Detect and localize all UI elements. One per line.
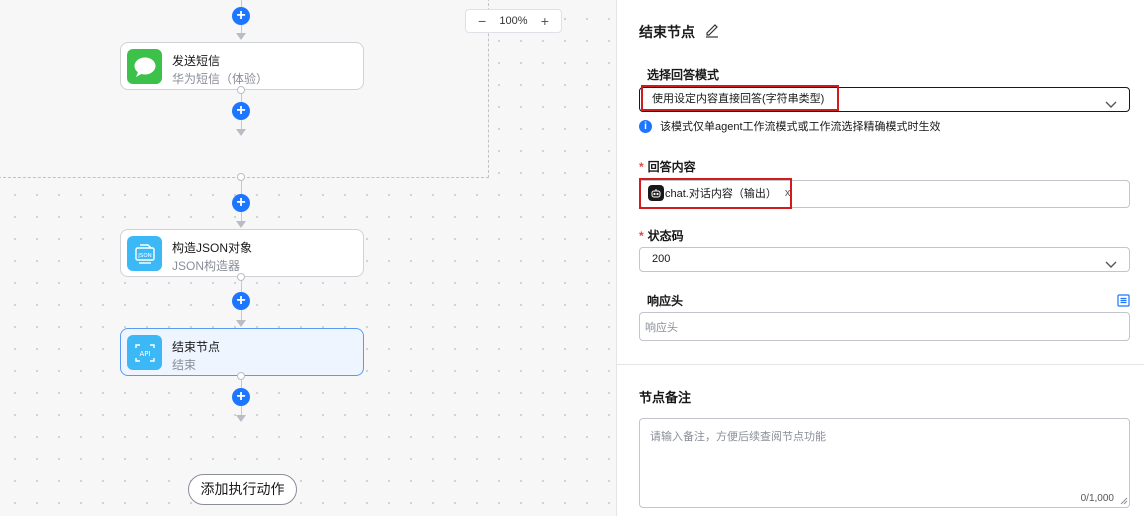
notes-counter: 0/1,000 <box>1080 493 1114 504</box>
node-end[interactable]: API 结束节点 结束 <box>120 328 364 376</box>
node-title: 结束节点 <box>172 340 221 354</box>
highlight-box <box>641 85 839 111</box>
node-title: 构造JSON对象 <box>172 241 253 255</box>
node-subtitle: 华为短信（体验） <box>172 72 269 86</box>
arrow-down-icon <box>236 320 246 327</box>
header-label: 响应头 <box>647 294 684 308</box>
node-title: 发送短信 <box>172 54 221 68</box>
output-port[interactable] <box>237 86 245 94</box>
add-step-plus-icon[interactable]: + <box>232 7 250 25</box>
message-bubble-icon <box>127 49 162 84</box>
status-select-value: 200 <box>652 253 671 265</box>
chevron-down-icon <box>1105 95 1117 118</box>
arrow-down-icon <box>236 221 246 228</box>
node-build-json[interactable]: JSON 构造JSON对象 JSON构造器 <box>120 229 364 277</box>
api-icon: API <box>127 335 162 370</box>
add-step-plus-icon[interactable]: + <box>232 102 250 120</box>
json-icon: JSON <box>127 236 162 271</box>
panel-title: 结束节点 <box>639 24 695 40</box>
notes-title: 节点备注 <box>639 390 692 405</box>
zoom-control: − 100% + <box>465 9 562 33</box>
zoom-in-button[interactable]: + <box>541 13 549 29</box>
node-subtitle: 结束 <box>172 358 197 372</box>
svg-text:JSON: JSON <box>137 253 152 259</box>
mode-info: i 该模式仅单agent工作流模式或工作流选择精确模式时生效 <box>639 118 941 134</box>
zoom-out-button[interactable]: − <box>478 13 486 29</box>
highlight-box <box>639 178 792 209</box>
output-port[interactable] <box>237 273 245 281</box>
arrow-down-icon <box>236 415 246 422</box>
status-label: * 状态码 <box>639 229 684 243</box>
node-send-sms[interactable]: 发送短信 华为短信（体验） <box>120 42 364 90</box>
add-action-button[interactable]: 添加执行动作 <box>188 474 297 505</box>
merge-port[interactable] <box>237 173 245 181</box>
list-icon[interactable] <box>1117 294 1130 310</box>
resize-grip-icon[interactable] <box>1120 494 1128 508</box>
notes-textarea[interactable]: 请输入备注，方便后续查阅节点功能 <box>639 418 1130 508</box>
add-step-plus-icon[interactable]: + <box>232 292 250 310</box>
node-subtitle: JSON构造器 <box>172 259 241 273</box>
add-step-plus-icon[interactable]: + <box>232 194 250 212</box>
output-port[interactable] <box>237 372 245 380</box>
status-select[interactable]: 200 <box>639 247 1130 272</box>
mode-label: 选择回答模式 <box>647 68 720 82</box>
section-divider <box>617 364 1144 365</box>
add-step-plus-icon[interactable]: + <box>232 388 250 406</box>
arrow-down-icon <box>236 129 246 136</box>
edit-pencil-icon[interactable] <box>704 22 720 41</box>
svg-text:API: API <box>139 350 150 358</box>
workflow-canvas[interactable]: + 发送短信 华为短信（体验） + + JSON 构造JSON对象 JSON构造… <box>0 0 616 516</box>
chevron-down-icon <box>1105 255 1117 278</box>
arrow-down-icon <box>236 33 246 40</box>
zoom-level: 100% <box>499 15 528 27</box>
info-icon: i <box>639 119 652 133</box>
answer-label: * 回答内容 <box>639 160 696 174</box>
mode-info-text: 该模式仅单agent工作流模式或工作流选择精确模式时生效 <box>660 121 941 133</box>
header-input[interactable]: 响应头 <box>639 312 1130 341</box>
properties-panel: 结束节点 选择回答模式 使用设定内容直接回答(字符串类型) i 该模式仅单age… <box>616 0 1144 516</box>
